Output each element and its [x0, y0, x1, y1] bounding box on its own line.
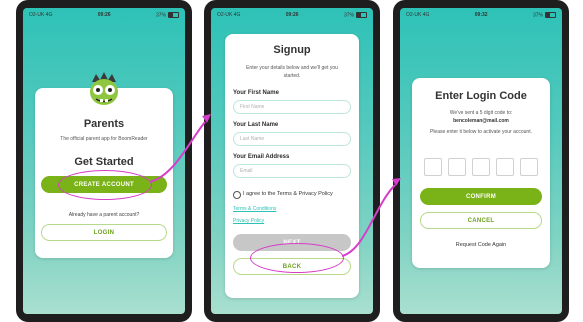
flow-arrows — [149, 114, 401, 257]
